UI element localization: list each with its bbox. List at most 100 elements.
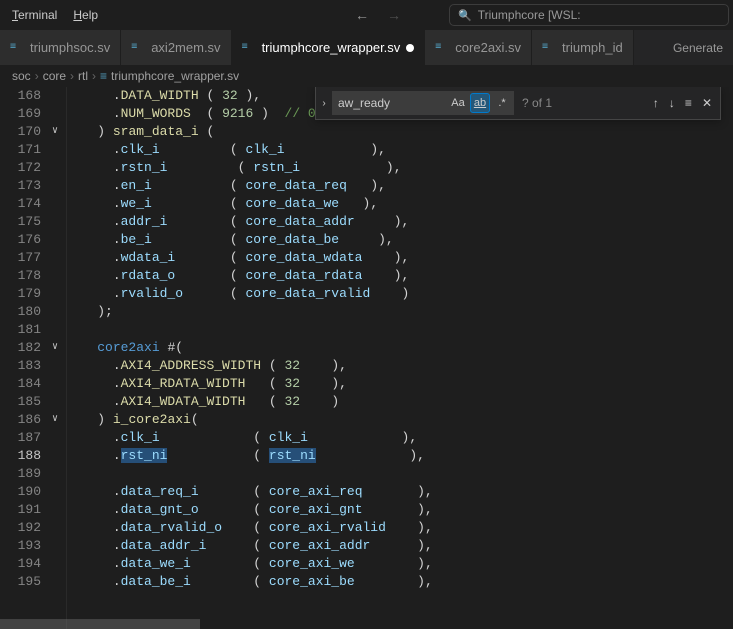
code-content[interactable]: [66, 321, 719, 339]
code-content[interactable]: .be_i ( core_data_be ),: [66, 231, 719, 249]
code-content[interactable]: .we_i ( core_data_we ),: [66, 195, 719, 213]
fold-icon[interactable]: ∨: [44, 339, 66, 357]
fold-icon: [44, 231, 66, 249]
code-content[interactable]: .clk_i ( clk_i ),: [66, 429, 719, 447]
command-center-search[interactable]: 🔍 Triumphcore [WSL:: [449, 4, 729, 26]
code-line[interactable]: 173 .en_i ( core_data_req ),: [0, 177, 719, 195]
code-content[interactable]: ) i_core2axi(: [66, 411, 719, 429]
code-line[interactable]: 175 .addr_i ( core_data_addr ),: [0, 213, 719, 231]
fold-icon[interactable]: ∨: [44, 123, 66, 141]
breadcrumb-part[interactable]: soc: [12, 69, 31, 83]
line-number: 174: [0, 195, 44, 213]
tab-triumph_id[interactable]: ≡triumph_id: [532, 30, 634, 65]
find-toggle-replace[interactable]: ›: [316, 87, 332, 119]
find-results: ? of 1: [522, 96, 552, 110]
code-content[interactable]: .data_req_i ( core_axi_req ),: [66, 483, 719, 501]
code-content[interactable]: .rvalid_o ( core_data_rvalid ): [66, 285, 719, 303]
code-area[interactable]: 168 .DATA_WIDTH ( 32 ),169 .NUM_WORDS ( …: [0, 87, 719, 591]
fold-icon: [44, 429, 66, 447]
code-content[interactable]: .addr_i ( core_data_addr ),: [66, 213, 719, 231]
tab-triumphcore_wrapper-sv[interactable]: ≡triumphcore_wrapper.sv: [232, 30, 426, 65]
find-close-icon[interactable]: ✕: [702, 96, 712, 110]
line-number: 185: [0, 393, 44, 411]
file-icon: ≡: [435, 41, 449, 55]
code-content[interactable]: [66, 465, 719, 483]
code-line[interactable]: 178 .rdata_o ( core_data_rdata ),: [0, 267, 719, 285]
fold-icon[interactable]: ∨: [44, 411, 66, 429]
line-number: 169: [0, 105, 44, 123]
code-content[interactable]: .data_addr_i ( core_axi_addr ),: [66, 537, 719, 555]
code-line[interactable]: 190 .data_req_i ( core_axi_req ),: [0, 483, 719, 501]
code-line[interactable]: 176 .be_i ( core_data_be ),: [0, 231, 719, 249]
minimap[interactable]: [719, 87, 733, 629]
code-line[interactable]: 195 .data_be_i ( core_axi_be ),: [0, 573, 719, 591]
tab-axi2mem-sv[interactable]: ≡axi2mem.sv: [121, 30, 231, 65]
code-line[interactable]: 184 .AXI4_RDATA_WIDTH ( 32 ),: [0, 375, 719, 393]
code-line[interactable]: 177 .wdata_i ( core_data_wdata ),: [0, 249, 719, 267]
tab-triumphsoc-sv[interactable]: ≡triumphsoc.sv: [0, 30, 121, 65]
code-content[interactable]: core2axi #(: [66, 339, 719, 357]
code-content[interactable]: .en_i ( core_data_req ),: [66, 177, 719, 195]
search-text: Triumphcore [WSL:: [478, 8, 581, 22]
menu-terminal[interactable]: Terminal: [4, 4, 65, 26]
line-number: 168: [0, 87, 44, 105]
scrollbar-thumb[interactable]: [0, 619, 200, 629]
nav-back-icon[interactable]: ←: [355, 7, 369, 23]
generate-action[interactable]: Generate: [663, 30, 733, 65]
nav-forward-icon[interactable]: →: [387, 7, 401, 23]
code-line[interactable]: 171 .clk_i ( clk_i ),: [0, 141, 719, 159]
code-content[interactable]: .data_be_i ( core_axi_be ),: [66, 573, 719, 591]
code-line[interactable]: 194 .data_we_i ( core_axi_we ),: [0, 555, 719, 573]
editor[interactable]: › aw_ready Aa ab .* ? of 1 ↑ ↓ ≡ ✕ 168 .…: [0, 87, 733, 629]
line-number: 194: [0, 555, 44, 573]
code-content[interactable]: ) sram_data_i (: [66, 123, 719, 141]
code-line[interactable]: 191 .data_gnt_o ( core_axi_gnt ),: [0, 501, 719, 519]
code-content[interactable]: .data_we_i ( core_axi_we ),: [66, 555, 719, 573]
code-line[interactable]: 187 .clk_i ( clk_i ),: [0, 429, 719, 447]
tab-label: core2axi.sv: [455, 40, 521, 55]
find-next-icon[interactable]: ↓: [669, 96, 675, 110]
fold-icon: [44, 573, 66, 591]
code-line[interactable]: 182∨ core2axi #(: [0, 339, 719, 357]
code-line[interactable]: 188 .rst_ni ( rst_ni ),: [0, 447, 719, 465]
menu-help[interactable]: Help: [65, 4, 106, 26]
code-line[interactable]: 172 .rstn_i ( rstn_i ),: [0, 159, 719, 177]
horizontal-scrollbar[interactable]: [0, 619, 719, 629]
find-prev-icon[interactable]: ↑: [653, 96, 659, 110]
code-line[interactable]: 170∨ ) sram_data_i (: [0, 123, 719, 141]
code-content[interactable]: .rst_ni ( rst_ni ),: [66, 447, 719, 465]
code-line[interactable]: 181: [0, 321, 719, 339]
breadcrumb-part[interactable]: rtl: [78, 69, 88, 83]
code-line[interactable]: 185 .AXI4_WDATA_WIDTH ( 32 ): [0, 393, 719, 411]
code-content[interactable]: .rstn_i ( rstn_i ),: [66, 159, 719, 177]
code-line[interactable]: 179 .rvalid_o ( core_data_rvalid ): [0, 285, 719, 303]
code-line[interactable]: 192 .data_rvalid_o ( core_axi_rvalid ),: [0, 519, 719, 537]
code-content[interactable]: .AXI4_ADDRESS_WIDTH ( 32 ),: [66, 357, 719, 375]
code-content[interactable]: .clk_i ( clk_i ),: [66, 141, 719, 159]
code-content[interactable]: .data_gnt_o ( core_axi_gnt ),: [66, 501, 719, 519]
code-line[interactable]: 174 .we_i ( core_data_we ),: [0, 195, 719, 213]
code-content[interactable]: .AXI4_RDATA_WIDTH ( 32 ),: [66, 375, 719, 393]
find-regex[interactable]: .*: [492, 93, 512, 113]
breadcrumb-part[interactable]: core: [43, 69, 66, 83]
find-selection-icon[interactable]: ≡: [685, 96, 692, 110]
tab-label: triumph_id: [562, 40, 623, 55]
find-match-word[interactable]: ab: [470, 93, 490, 113]
code-content[interactable]: .wdata_i ( core_data_wdata ),: [66, 249, 719, 267]
tab-core2axi-sv[interactable]: ≡ core2axi.sv: [425, 30, 532, 65]
breadcrumb-part[interactable]: triumphcore_wrapper.sv: [111, 69, 239, 83]
code-line[interactable]: 186∨ ) i_core2axi(: [0, 411, 719, 429]
code-line[interactable]: 180 );: [0, 303, 719, 321]
fold-icon: [44, 321, 66, 339]
code-content[interactable]: .data_rvalid_o ( core_axi_rvalid ),: [66, 519, 719, 537]
code-line[interactable]: 193 .data_addr_i ( core_axi_addr ),: [0, 537, 719, 555]
code-line[interactable]: 183 .AXI4_ADDRESS_WIDTH ( 32 ),: [0, 357, 719, 375]
code-content[interactable]: );: [66, 303, 719, 321]
breadcrumb[interactable]: soc›core›rtl›≡ triumphcore_wrapper.sv: [0, 65, 733, 87]
code-line[interactable]: 189: [0, 465, 719, 483]
code-content[interactable]: .AXI4_WDATA_WIDTH ( 32 ): [66, 393, 719, 411]
line-number: 184: [0, 375, 44, 393]
code-content[interactable]: .rdata_o ( core_data_rdata ),: [66, 267, 719, 285]
fold-icon: [44, 195, 66, 213]
find-match-case[interactable]: Aa: [448, 93, 468, 113]
